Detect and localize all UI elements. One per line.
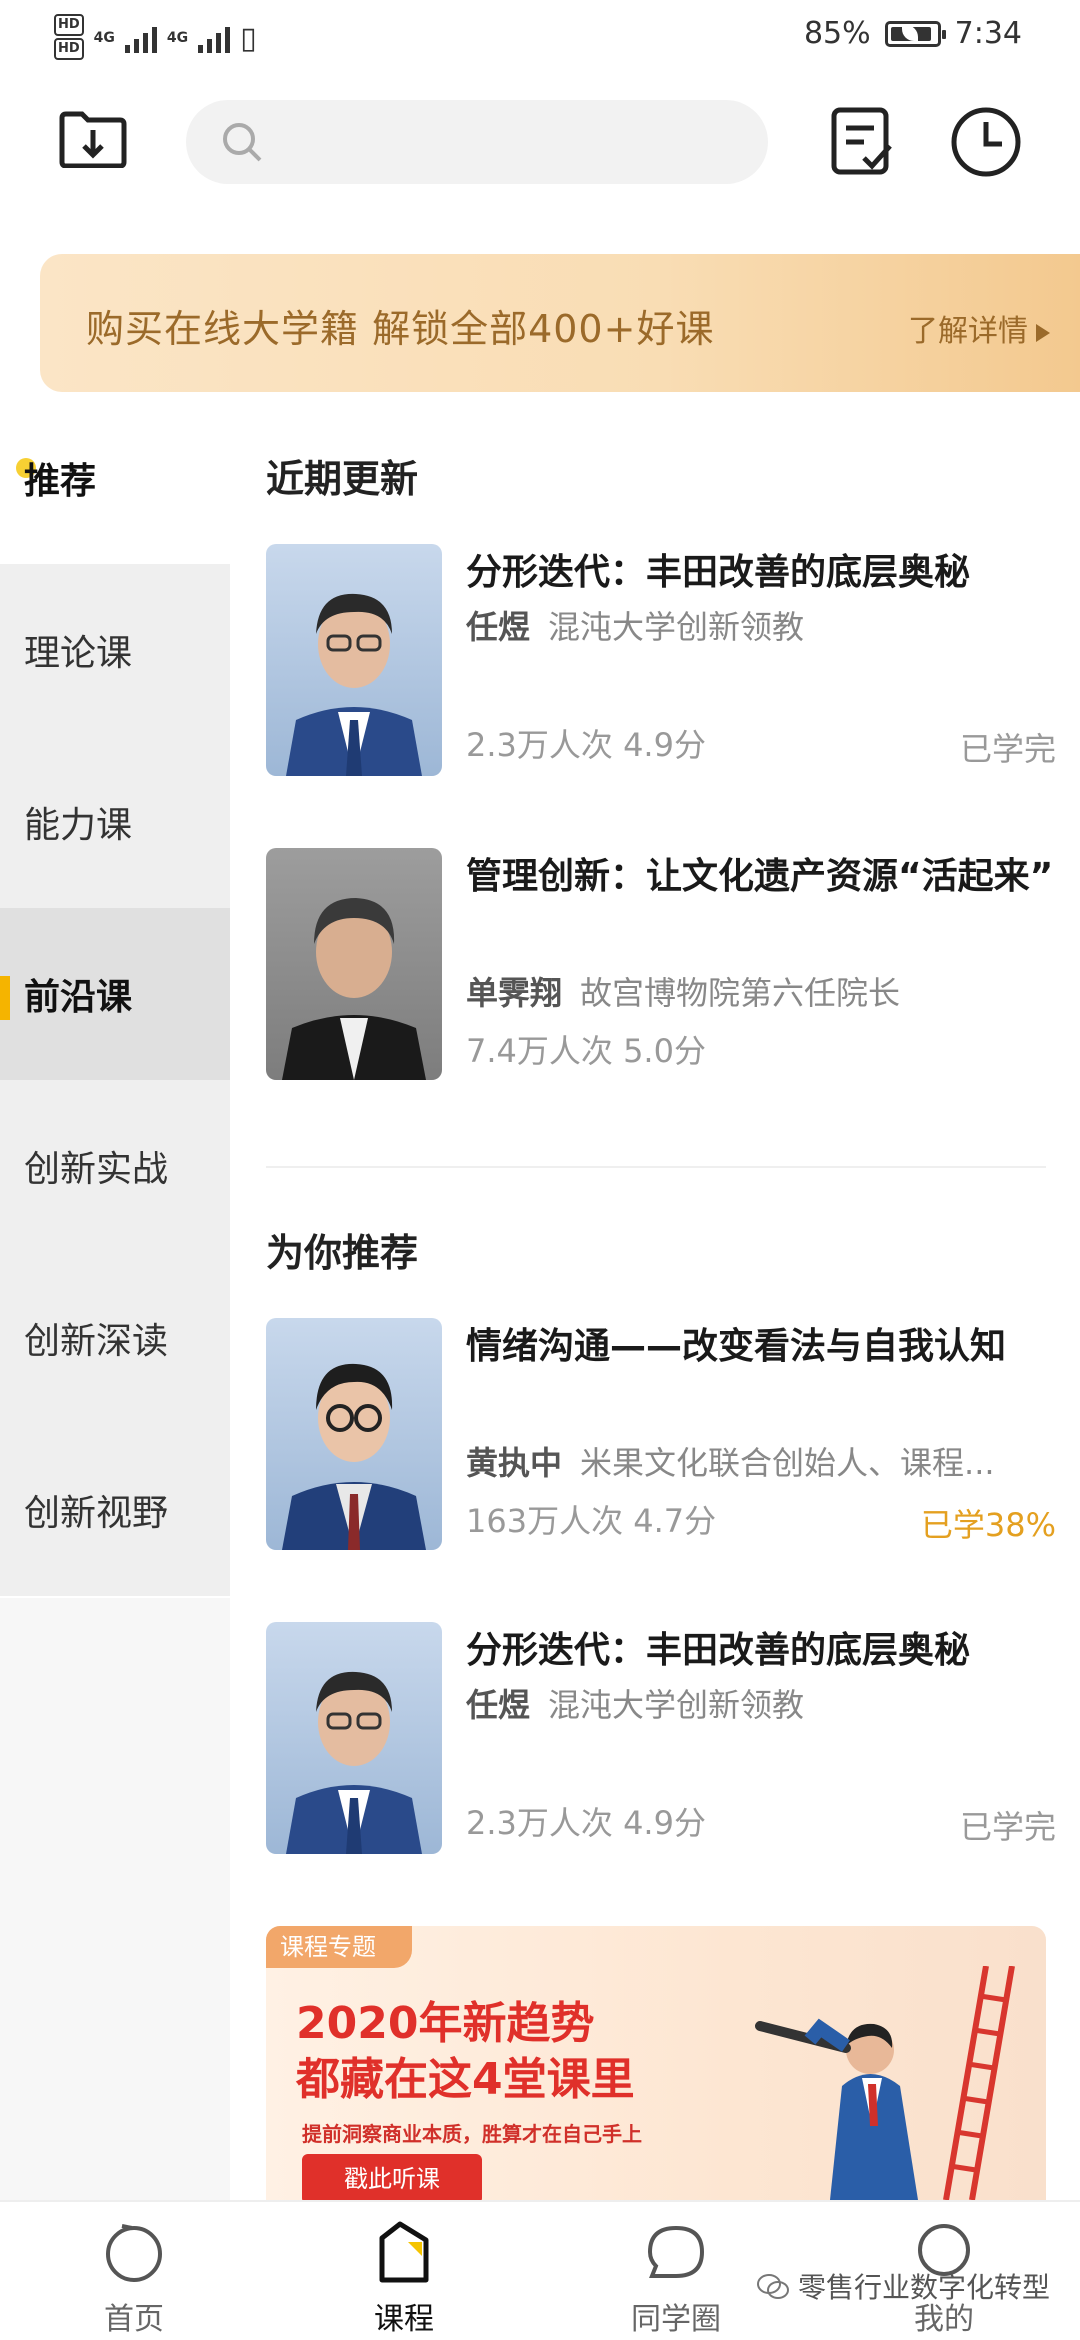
sidebar-item-frontier[interactable]: 前沿课 <box>0 908 230 1080</box>
nav-home[interactable]: 首页 <box>34 2202 234 2340</box>
signal-icon <box>124 23 157 53</box>
course-card[interactable]: 分形迭代：丰田改善的底层奥秘 任煜 混沌大学创新领教 2.3万人次 4.9分 已学… <box>266 544 1056 776</box>
signal-icon-2 <box>198 23 231 53</box>
course-title: 管理创新：让文化遗产资源“活起来” <box>466 856 1054 897</box>
network-type-2: 4G <box>166 30 189 46</box>
nav-courses[interactable]: 课程 <box>304 2202 504 2340</box>
course-topic-promo[interactable]: 课程专题 2020年新趋势 都藏在这4堂课里 提前洞察商业本质，胜算才在自己手上… <box>266 1926 1046 2200</box>
battery-icon <box>884 20 946 47</box>
teacher-info: 任煜 混沌大学创新领教 <box>466 1686 805 1724</box>
course-status: 已学完 <box>959 1808 1056 1846</box>
course-book-icon <box>379 2221 429 2283</box>
course-thumbnail <box>266 1622 442 1854</box>
course-thumbnail <box>266 1318 442 1550</box>
promo-headline: 2020年新趋势 都藏在这4堂课里 <box>296 1998 635 2105</box>
course-card[interactable]: 管理创新：让文化遗产资源“活起来” 单霁翔 故宫博物院第六任院长 7.4万人次 5… <box>266 848 1056 1080</box>
vibrate-icon: ▯ <box>240 20 257 56</box>
wechat-icon <box>756 2274 789 2299</box>
course-thumbnail <box>266 544 442 776</box>
course-stats: 163万人次 4.7分 <box>466 1502 717 1540</box>
history-clock-icon[interactable] <box>950 106 1022 178</box>
home-icon <box>106 2224 162 2282</box>
sidebar-item-practice[interactable]: 创新实战 <box>0 1080 230 1252</box>
course-stats: 2.3万人次 4.9分 <box>466 1804 706 1842</box>
sidebar-item-recommend[interactable]: 推荐 <box>0 392 230 564</box>
promo-tag: 课程专题 <box>266 1926 412 1968</box>
search-input[interactable] <box>186 100 768 184</box>
course-card[interactable]: 情绪沟通——改变看法与自我认知 黄执中 米果文化联合创始人、课程... 163万人… <box>266 1318 1056 1550</box>
course-progress: 已学38% <box>920 1506 1056 1544</box>
course-card[interactable]: 分形迭代：丰田改善的底层奥秘 任煜 混沌大学创新领教 2.3万人次 4.9分 已学… <box>266 1622 1056 1854</box>
businessman-telescope-illustration <box>755 1966 1015 2200</box>
teacher-info: 任煜 混沌大学创新领教 <box>466 608 805 646</box>
clock-time: 7:34 <box>954 16 1022 51</box>
section-title-recent: 近期更新 <box>266 457 419 501</box>
top-bar <box>0 80 1080 200</box>
banner-details-link[interactable]: 了解详情 <box>908 306 1050 350</box>
course-stats: 2.3万人次 4.9分 <box>466 726 706 764</box>
search-icon <box>223 123 262 162</box>
promo-listen-button[interactable]: 戳此听课 <box>302 2154 482 2200</box>
sidebar-item-ability[interactable]: 能力课 <box>0 736 230 908</box>
play-arrow-icon <box>1036 323 1050 342</box>
course-list: 近期更新 分形迭代：丰田改善的底层奥秘 任煜 混沌大学创新领教 2.3万人次 4.… <box>230 392 1080 2200</box>
sidebar-item-deep-read[interactable]: 创新深读 <box>0 1252 230 1424</box>
banner-text: 购买在线大学籍 解锁全部400+好课 <box>86 307 715 351</box>
chat-bubble-icon <box>647 2225 705 2278</box>
network-type-1: 4G <box>93 30 115 46</box>
download-folder-icon[interactable] <box>58 110 128 168</box>
teacher-info: 黄执中 米果文化联合创始人、课程... <box>466 1444 995 1482</box>
course-thumbnail <box>266 848 442 1080</box>
nav-classmates[interactable]: 同学圈 <box>576 2202 776 2340</box>
category-sidebar: 推荐 理论课 能力课 前沿课 创新实战 创新深读 创新视野 <box>0 392 230 2200</box>
notes-check-icon[interactable] <box>830 106 894 176</box>
course-title: 分形迭代：丰田改善的底层奥秘 <box>466 552 971 593</box>
course-stats: 7.4万人次 5.0分 <box>466 1032 706 1070</box>
battery-percent: 85% <box>803 16 871 51</box>
sidebar-item-theory[interactable]: 理论课 <box>0 564 230 736</box>
section-divider <box>266 1166 1046 1168</box>
wechat-watermark: 零售行业数字化转型 <box>756 2266 1050 2306</box>
section-title-recommend: 为你推荐 <box>266 1231 419 1275</box>
course-title: 情绪沟通——改变看法与自我认知 <box>466 1326 1007 1367</box>
status-bar: HD HD 4G 4G ▯ 85% 7:34 <box>0 0 1080 72</box>
teacher-info: 单霁翔 故宫博物院第六任院长 <box>466 974 901 1012</box>
membership-banner[interactable]: 购买在线大学籍 解锁全部400+好课 了解详情 <box>40 254 1080 392</box>
hd-indicator: HD HD <box>54 14 84 62</box>
course-status: 已学完 <box>959 730 1056 768</box>
sidebar-filler <box>0 1598 230 2200</box>
promo-subtitle: 提前洞察商业本质，胜算才在自己手上 <box>302 2122 642 2146</box>
sidebar-item-vision[interactable]: 创新视野 <box>0 1424 230 1596</box>
course-title: 分形迭代：丰田改善的底层奥秘 <box>466 1630 971 1671</box>
